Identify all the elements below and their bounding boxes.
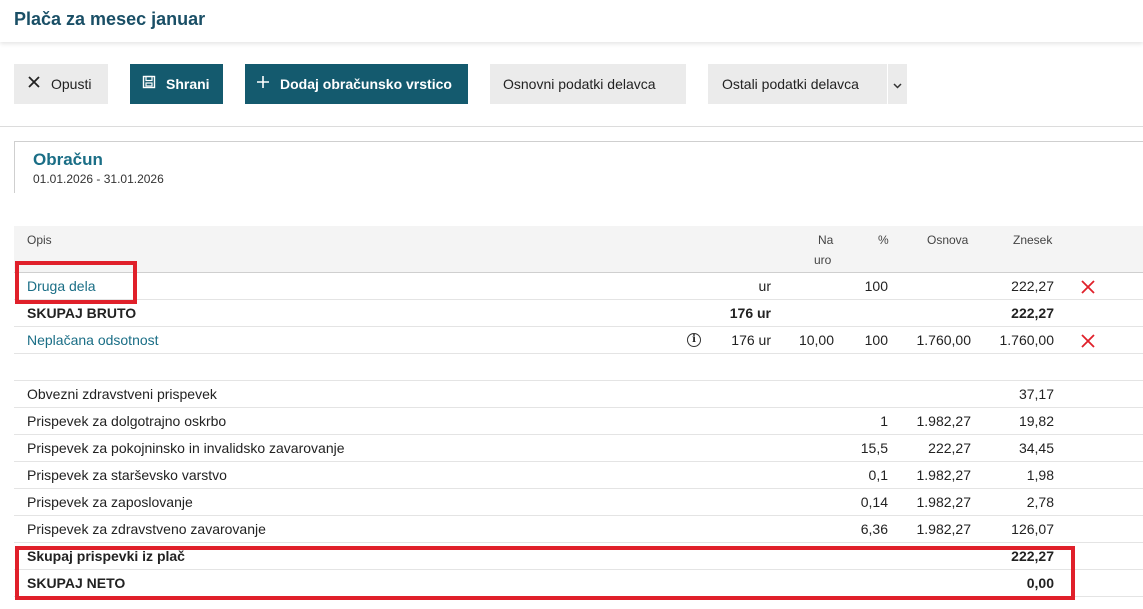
add-calculation-row-button[interactable]: Dodaj obračunsko vrstico <box>245 64 468 104</box>
cell-osnova: 1.760,00 <box>916 332 972 348</box>
neplacana-odsotnost-link[interactable]: Neplačana odsotnost <box>27 327 159 353</box>
cell-znesek: 126,07 <box>1011 521 1054 537</box>
col-znesek: Znesek <box>1013 233 1053 247</box>
plus-icon <box>255 75 271 94</box>
cell-pct: 6,36 <box>860 521 888 537</box>
divider <box>0 126 1143 127</box>
contribution-label: Prispevek za pokojninsko in invalidsko z… <box>27 440 345 456</box>
cell-znesek: 222,27 <box>1011 548 1054 564</box>
cell-znesek: 34,45 <box>1018 440 1054 456</box>
cell-na-uro: 10,00 <box>798 332 834 348</box>
other-label: Ostali podatki delavca <box>722 76 859 92</box>
cell-osnova: 222,27 <box>928 440 971 456</box>
col-osnova: Osnova <box>927 233 969 247</box>
druga-dela-link[interactable]: Druga dela <box>27 273 96 299</box>
calculation-card: Obračun 01.01.2026 - 31.01.2026 <box>14 141 1143 193</box>
table-row-contribution: Obvezni zdravstveni prispevek 37,17 <box>14 381 1143 408</box>
contribution-label: Prispevek za dolgotrajno oskrbo <box>27 413 227 429</box>
col-opis: Opis <box>27 233 52 247</box>
save-icon <box>141 75 157 94</box>
calculation-table: Opis Na uro % Osnova Znesek Druga dela u… <box>14 226 1143 597</box>
basic-label: Osnovni podatki delavca <box>503 76 656 92</box>
card-period: 01.01.2026 - 31.01.2026 <box>33 172 164 186</box>
cancel-button[interactable]: Opusti <box>14 64 108 104</box>
basic-employee-data-button[interactable]: Osnovni podatki delavca <box>490 64 686 104</box>
cell-znesek: 19,82 <box>1018 413 1054 429</box>
info-icon[interactable]: i <box>687 333 701 347</box>
save-button[interactable]: Shrani <box>130 64 223 104</box>
cell-znesek: 37,17 <box>1018 386 1054 402</box>
cell-znesek: 1.760,00 <box>999 332 1055 348</box>
col-na: Na <box>818 233 834 247</box>
cell-pct: 0,14 <box>860 494 888 510</box>
table-row-druga-dela: Druga dela ur 100 222,27 <box>14 273 1143 300</box>
cell-ure: 176 ur <box>729 305 771 321</box>
cell-znesek: 222,27 <box>1011 278 1054 294</box>
table-row-contribution: Prispevek za pokojninsko in invalidsko z… <box>14 435 1143 462</box>
table-header: Opis Na uro % Osnova Znesek <box>14 226 1143 273</box>
contribution-label: Prispevek za zdravstveno zavarovanje <box>27 521 266 537</box>
contribution-label: Prispevek za starševsko varstvo <box>27 467 227 483</box>
cell-osnova: 1.982,27 <box>916 521 972 537</box>
card-title: Obračun <box>33 150 103 169</box>
toolbar: Opusti Shrani Dodaj obračunsko vrstico O… <box>0 64 1143 104</box>
add-label: Dodaj obračunsko vrstico <box>280 76 452 92</box>
col-pct: % <box>878 233 889 247</box>
delete-icon[interactable] <box>1080 277 1096 294</box>
skupaj-prispevki-label: Skupaj prispevki iz plač <box>27 548 185 564</box>
cell-pct: 100 <box>864 278 888 294</box>
save-label: Shrani <box>166 76 210 92</box>
page-title: Plača za mesec januar <box>14 9 206 29</box>
cell-ure: ur <box>758 278 771 294</box>
page-header: Plača za mesec januar <box>0 0 1143 42</box>
cell-osnova: 1.982,27 <box>916 467 972 483</box>
table-row-skupaj-bruto: SKUPAJ BRUTO 176 ur 222,27 <box>14 300 1143 327</box>
table-row-contribution: Prispevek za starševsko varstvo 0,1 1.982,… <box>14 462 1143 489</box>
delete-icon[interactable] <box>1080 331 1096 348</box>
cancel-label: Opusti <box>51 76 92 92</box>
table-row-spacer <box>14 354 1143 381</box>
skupaj-bruto-label: SKUPAJ BRUTO <box>27 305 137 321</box>
table-row-skupaj-neto: SKUPAJ NETO 0,00 <box>14 570 1143 597</box>
cell-osnova: 1.982,27 <box>916 413 972 429</box>
table-row-skupaj-prispevki: Skupaj prispevki iz plač 222,27 <box>14 543 1143 570</box>
skupaj-neto-label: SKUPAJ NETO <box>27 575 126 591</box>
cell-pct: 0,1 <box>868 467 888 483</box>
cell-znesek: 0,00 <box>1026 575 1054 591</box>
cell-znesek: 1,98 <box>1026 467 1054 483</box>
col-uro: uro <box>814 253 832 267</box>
table-row-contribution: Prispevek za zdravstveno zavarovanje 6,36… <box>14 516 1143 543</box>
cell-pct: 1 <box>880 413 888 429</box>
table-row-contribution: Prispevek za zaposlovanje 0,14 1.982,27 2,7… <box>14 489 1143 516</box>
close-icon <box>26 75 42 94</box>
cell-znesek: 222,27 <box>1011 305 1054 321</box>
cell-znesek: 2,78 <box>1026 494 1054 510</box>
contribution-label: Prispevek za zaposlovanje <box>27 494 193 510</box>
cell-pct: 15,5 <box>860 440 888 456</box>
cell-ure: 176 ur <box>731 332 771 348</box>
cell-osnova: 1.982,27 <box>916 494 972 510</box>
table-row-contribution: Prispevek za dolgotrajno oskrbo 1 1.982,27… <box>14 408 1143 435</box>
other-employee-data-button[interactable]: Ostali podatki delavca <box>708 64 887 104</box>
more-dropdown-button[interactable] <box>888 64 907 104</box>
table-row-neplacana: Neplačana odsotnost i 176 ur 10,00 100 1… <box>14 327 1143 354</box>
contribution-label: Obvezni zdravstveni prispevek <box>27 386 217 402</box>
cell-pct: 100 <box>864 332 888 348</box>
chevron-down-icon <box>893 76 902 92</box>
